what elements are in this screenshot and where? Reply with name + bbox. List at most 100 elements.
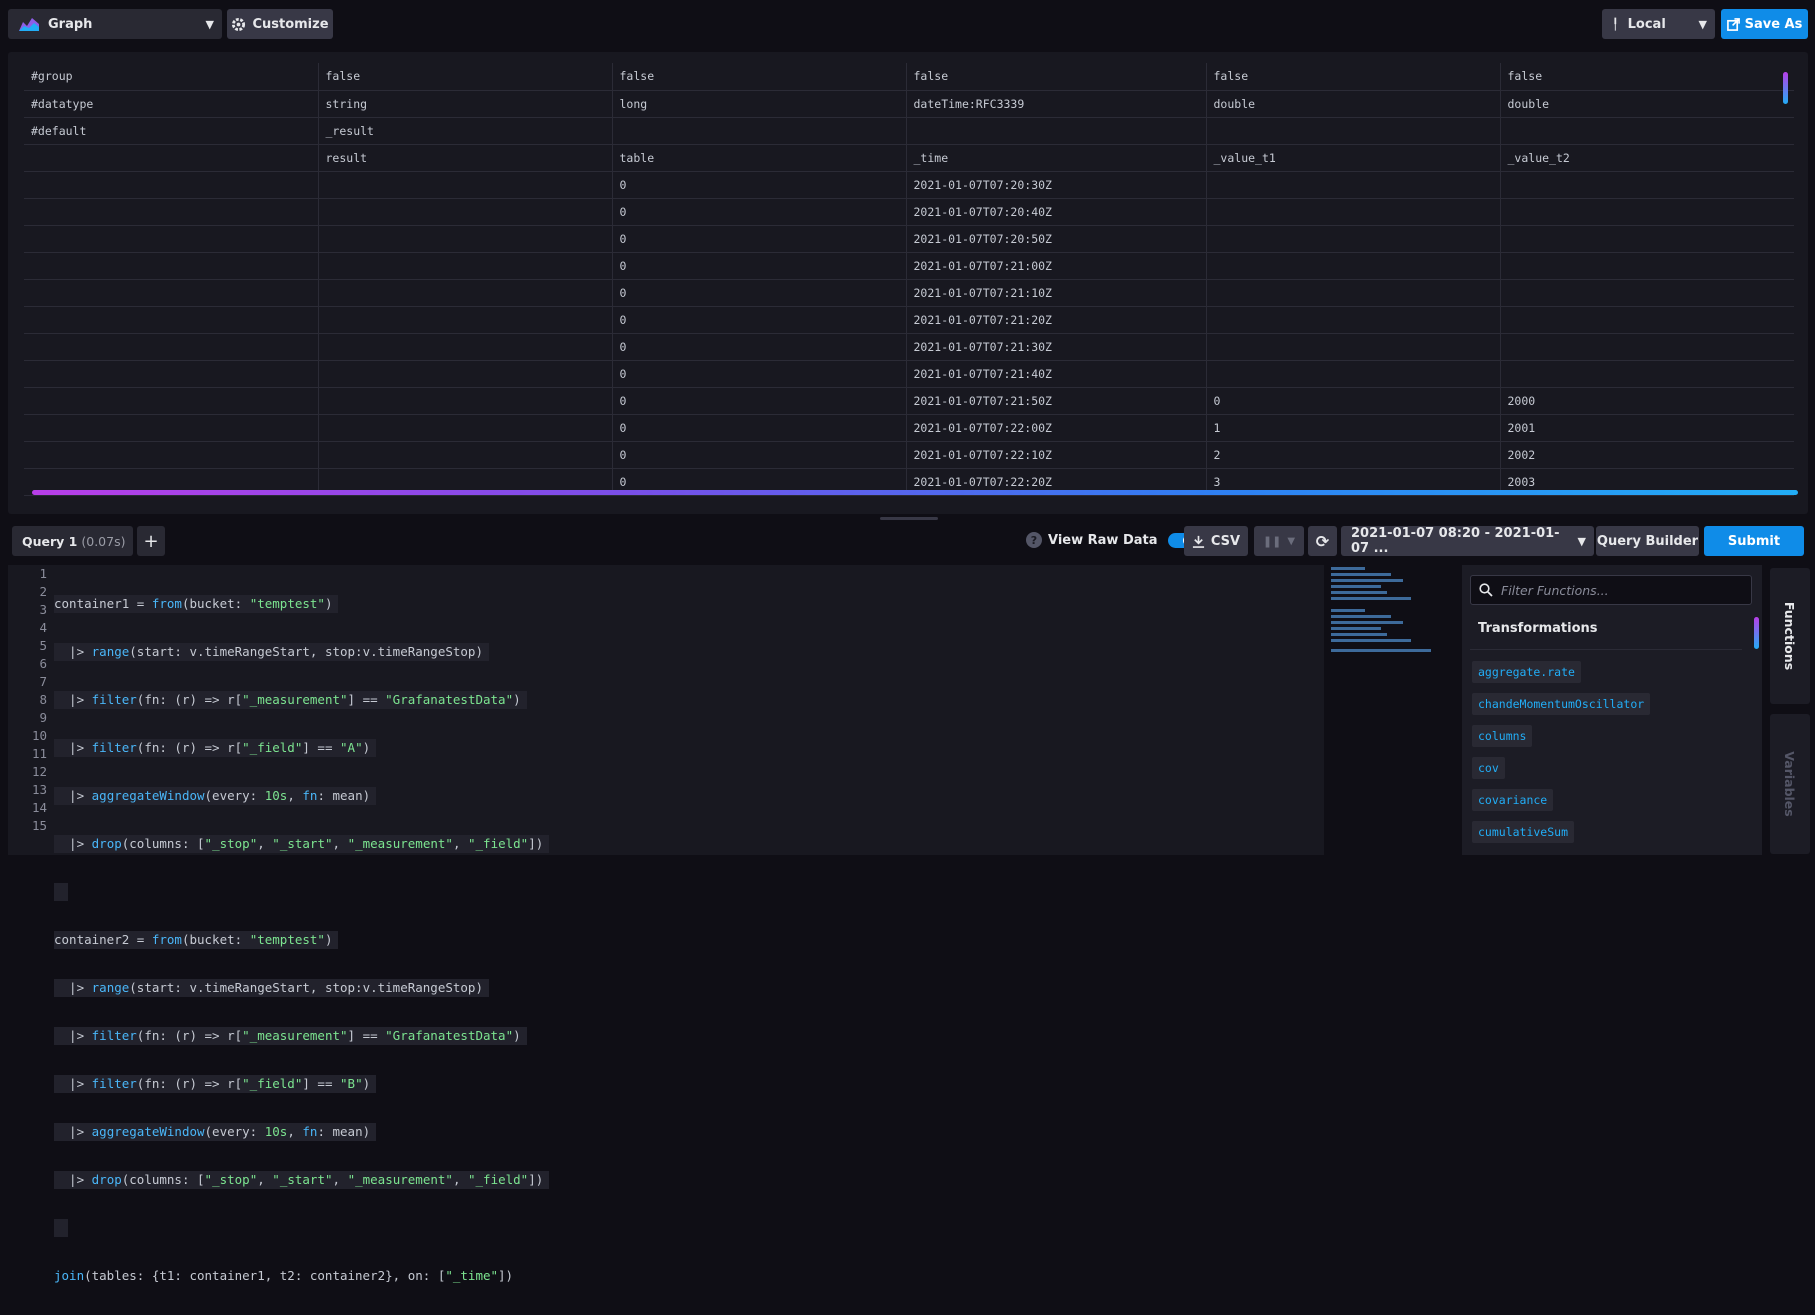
code-line	[54, 1219, 1324, 1237]
line-number: 13	[31, 782, 47, 797]
pause-icon: ❚❚	[1262, 534, 1282, 548]
top-toolbar: Graph ▼ Customize ╿ Local ▼ Save As	[0, 0, 1815, 50]
table-cell	[24, 414, 319, 442]
horizontal-scrollbar[interactable]	[32, 490, 1798, 495]
chevron-down-icon: ▼	[1698, 17, 1707, 31]
function-item[interactable]: aggregate.rate	[1472, 661, 1581, 683]
table-cell: _value_t2	[1500, 144, 1794, 172]
chevron-down-icon: ▼	[1287, 535, 1296, 547]
table-row: 0 2021-01-07T07:20:30Z	[24, 171, 1794, 199]
function-item[interactable]: chandeMomentumOscillator	[1472, 693, 1651, 715]
table-row: 0 2021-01-07T07:21:20Z	[24, 306, 1794, 334]
save-as-label: Save As	[1744, 16, 1803, 32]
line-number: 14	[31, 800, 47, 815]
visualization-type-dropdown[interactable]: Graph ▼	[8, 9, 222, 39]
table-cell	[1500, 306, 1794, 334]
flux-script-editor[interactable]: 1 2 3 4 5 6 7 8 9 10 11 12 13 14 15 container1 = from(…	[8, 565, 1324, 1283]
function-item[interactable]: columns	[1472, 725, 1533, 747]
code-minimap[interactable]	[1321, 565, 1441, 655]
table-row: 0 2021-01-07T07:20:40Z	[24, 198, 1794, 226]
function-item[interactable]: covariance	[1472, 789, 1554, 811]
filter-functions-input[interactable]: Filter Functions...	[1470, 575, 1752, 605]
help-icon[interactable]: ?	[1026, 532, 1042, 548]
timezone-dropdown[interactable]: ╿ Local ▼	[1602, 9, 1715, 39]
table-cell: false	[318, 63, 613, 91]
time-range-dropdown[interactable]: 2021-01-07 08:20 - 2021-01-07 ... ▼	[1341, 526, 1594, 556]
table-row: #default _result	[24, 117, 1794, 145]
table-cell: false	[1206, 63, 1501, 91]
export-icon	[1726, 17, 1740, 31]
table-cell	[24, 171, 319, 199]
query-tab[interactable]: Query 1 (0.07s)	[12, 526, 133, 556]
table-cell: #group	[24, 63, 319, 91]
table-cell: 0	[1206, 387, 1501, 415]
tab-functions[interactable]: Functions	[1770, 568, 1810, 704]
filter-placeholder: Filter Functions...	[1501, 582, 1609, 598]
add-query-button[interactable]: +	[137, 526, 165, 556]
table-cell: 2000	[1500, 387, 1794, 415]
code-line: |> filter(fn: (r) => r["_measurement"] =…	[54, 691, 1324, 709]
table-cell	[1500, 171, 1794, 199]
tab-variables[interactable]: Variables	[1770, 714, 1810, 854]
submit-button[interactable]: Submit	[1704, 526, 1804, 556]
table-cell: long	[612, 90, 907, 118]
table-cell	[24, 198, 319, 226]
tab-functions-label: Functions	[1782, 601, 1797, 671]
line-number: 11	[31, 746, 47, 761]
customize-button[interactable]: Customize	[227, 9, 333, 39]
table-cell: _time	[906, 144, 1207, 172]
line-number: 2	[39, 584, 47, 599]
table-cell	[24, 441, 319, 469]
table-cell: 2021-01-07T07:22:10Z	[906, 441, 1207, 469]
table-row: 0 2021-01-07T07:21:50Z 0 2000	[24, 387, 1794, 415]
table-row: 0 2021-01-07T07:21:40Z	[24, 360, 1794, 388]
table-cell	[24, 333, 319, 361]
view-raw-data-toggle[interactable]: ? View Raw Data	[1026, 532, 1196, 548]
table-cell	[1206, 198, 1501, 226]
code-area[interactable]: container1 = from(bucket: "temptest") |>…	[54, 565, 1324, 1315]
table-cell	[24, 306, 319, 334]
table-cell: 2001	[1500, 414, 1794, 442]
query-tab-time: (0.07s)	[81, 533, 126, 549]
chevron-down-icon: ▼	[1577, 534, 1586, 548]
csv-download-button[interactable]: CSV	[1184, 526, 1248, 556]
table-cell: 0	[612, 198, 907, 226]
vertical-scrollbar[interactable]	[1783, 72, 1788, 104]
function-item[interactable]: cumulativeSum	[1472, 821, 1575, 843]
pause-dropdown[interactable]: ❚❚ ▼	[1254, 526, 1304, 556]
save-as-button[interactable]: Save As	[1721, 9, 1808, 39]
refresh-icon: ⟳	[1315, 531, 1330, 551]
function-item[interactable]: cov	[1472, 757, 1505, 779]
pin-icon: ╿	[1612, 17, 1619, 31]
table-cell	[1500, 117, 1794, 145]
line-number: 8	[39, 692, 47, 707]
functions-list: aggregate.rate chandeMomentumOscillator …	[1472, 661, 1742, 853]
functions-scrollbar[interactable]	[1754, 617, 1759, 649]
table-cell: 0	[612, 360, 907, 388]
resize-handle[interactable]	[880, 517, 938, 520]
query-builder-button[interactable]: Query Builder	[1596, 526, 1699, 556]
divider	[1470, 649, 1742, 650]
line-number: 15	[31, 818, 47, 833]
submit-label: Submit	[1727, 533, 1781, 549]
table-cell	[318, 387, 613, 415]
gear-icon	[232, 17, 246, 31]
table-cell	[1206, 279, 1501, 307]
table-cell: 0	[612, 441, 907, 469]
table-row: 0 2021-01-07T07:22:10Z 2 2002	[24, 441, 1794, 469]
raw-data-panel: #group false false false false false #datatype…	[8, 52, 1808, 514]
table-cell: false	[1500, 63, 1794, 91]
table-cell: table	[612, 144, 907, 172]
refresh-button[interactable]: ⟳	[1308, 526, 1337, 556]
line-number: 1	[39, 566, 47, 581]
line-number: 4	[39, 620, 47, 635]
code-line: container2 = from(bucket: "temptest")	[54, 931, 1324, 949]
table-row: 0 2021-01-07T07:21:30Z	[24, 333, 1794, 361]
table-cell	[318, 198, 613, 226]
table-row: 0 2021-01-07T07:21:00Z	[24, 252, 1794, 280]
table-row: 0 2021-01-07T07:20:50Z	[24, 225, 1794, 253]
code-line	[54, 883, 1324, 901]
line-number: 10	[31, 728, 47, 743]
table-cell	[1500, 252, 1794, 280]
table-row: result table _time _value_t1 _value_t2	[24, 144, 1794, 172]
